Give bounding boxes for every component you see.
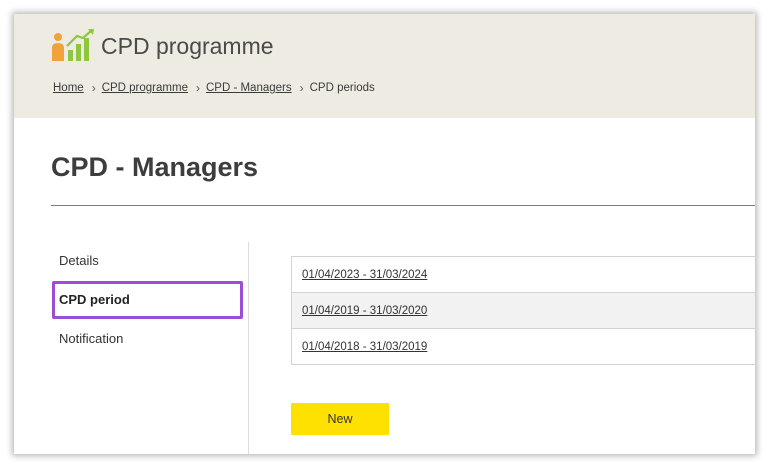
sidebar-nav: Details CPD period Notification xyxy=(51,242,249,454)
period-row: 01/04/2023 - 31/03/2024 xyxy=(291,256,755,293)
app-window: CPD programme Home › CPD programme › CPD… xyxy=(14,14,755,454)
active-item-highlight xyxy=(52,281,243,319)
person-chart-icon xyxy=(52,29,94,61)
breadcrumb-cpd-programme-link[interactable]: CPD programme xyxy=(102,82,188,94)
breadcrumb-cpd-managers-link[interactable]: CPD - Managers xyxy=(206,82,292,94)
sidebar-item-notification[interactable]: Notification xyxy=(59,331,123,346)
title-divider xyxy=(51,205,755,206)
new-period-button[interactable]: New xyxy=(291,403,389,435)
period-link[interactable]: 01/04/2019 - 31/03/2020 xyxy=(302,305,427,317)
breadcrumb-separator: › xyxy=(299,81,304,95)
page-title: CPD - Managers xyxy=(51,152,259,182)
breadcrumb-separator: › xyxy=(91,81,96,95)
breadcrumb-home-link[interactable]: Home xyxy=(53,82,84,94)
app-title: CPD programme xyxy=(101,33,274,59)
breadcrumb-separator: › xyxy=(195,81,200,95)
sidebar-item-details[interactable]: Details xyxy=(59,253,99,268)
header-bar: CPD programme Home › CPD programme › CPD… xyxy=(14,14,755,118)
period-list: 01/04/2023 - 31/03/2024 01/04/2019 - 31/… xyxy=(291,256,755,365)
period-row: 01/04/2018 - 31/03/2019 xyxy=(291,329,755,365)
period-link[interactable]: 01/04/2023 - 31/03/2024 xyxy=(302,269,427,281)
period-link[interactable]: 01/04/2018 - 31/03/2019 xyxy=(302,341,427,353)
breadcrumb-current: CPD periods xyxy=(309,82,375,94)
period-row: 01/04/2019 - 31/03/2020 xyxy=(291,293,755,329)
breadcrumb: Home › CPD programme › CPD - Managers › … xyxy=(53,81,375,95)
